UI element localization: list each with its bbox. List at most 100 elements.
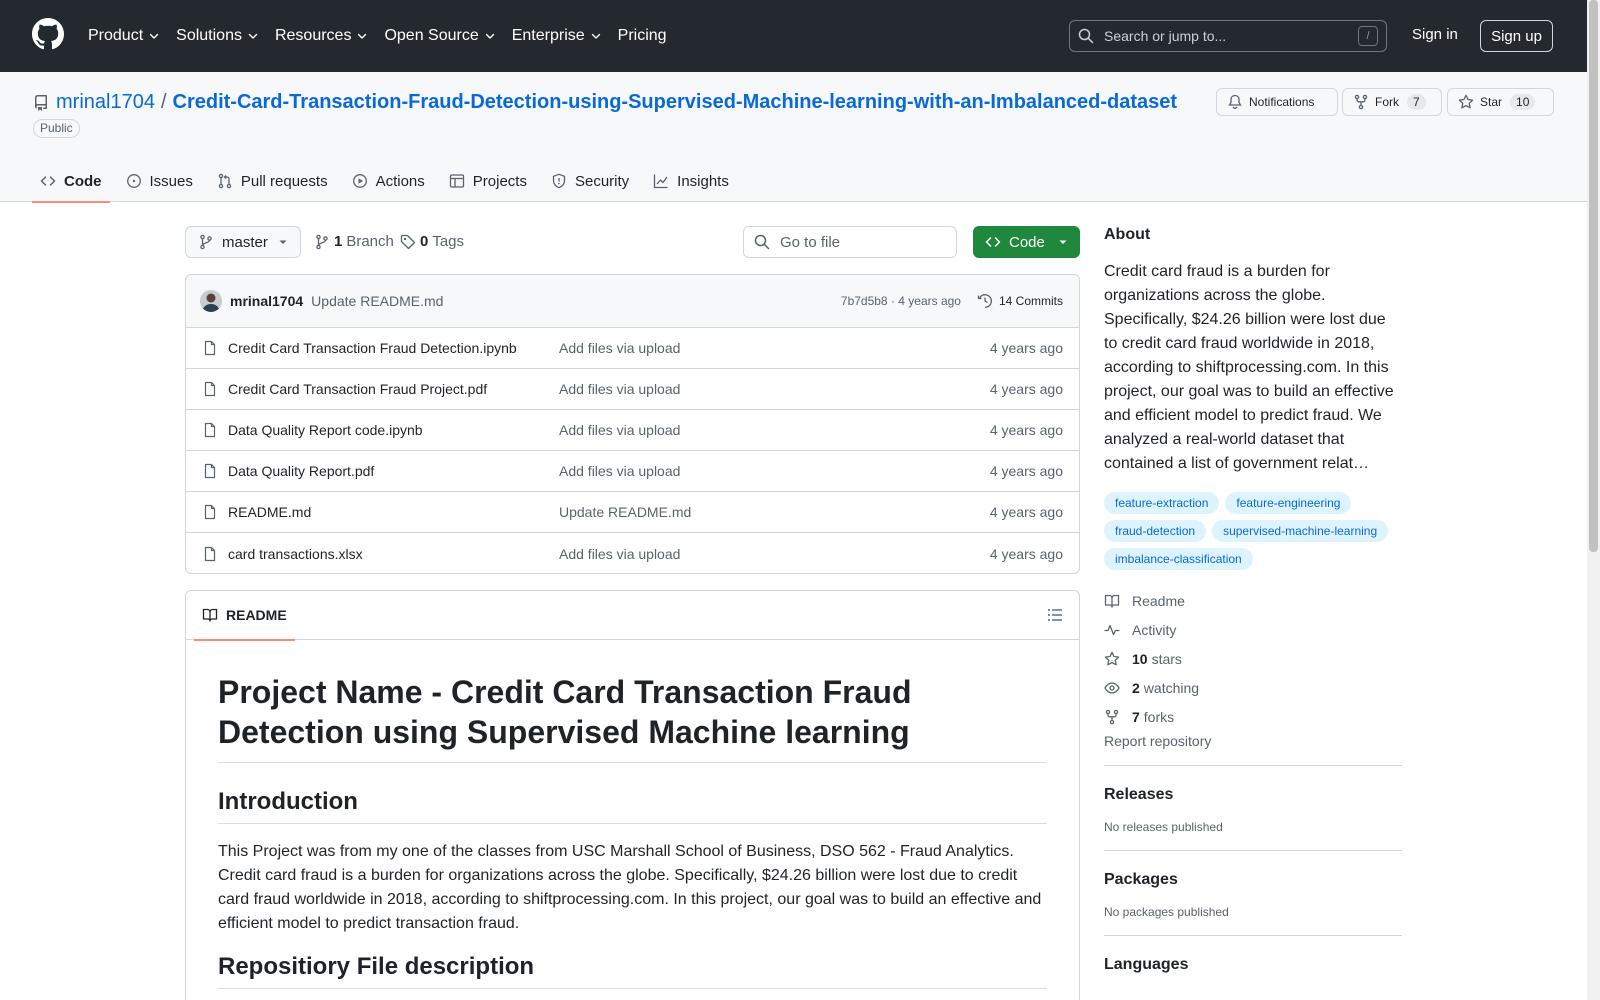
topic-tag[interactable]: fraud-detection — [1104, 520, 1207, 542]
tab-label: Pull requests — [240, 172, 328, 190]
file-commit-age: 4 years ago — [989, 340, 1063, 356]
tab-projects[interactable]: Projects — [441, 160, 535, 202]
repo-title: mrinal1704 / Credit-Card-Transaction-Fra… — [56, 91, 1177, 114]
tab-issues[interactable]: Issues — [118, 160, 201, 202]
tag-count: 0 — [420, 233, 429, 250]
commit-sha-age[interactable]: 7b7d5b8 · 4 years ago — [841, 294, 961, 308]
file-commit-message-link[interactable]: Update README.md — [559, 504, 990, 520]
fork-button[interactable]: Fork 7 — [1342, 88, 1442, 116]
tags-link[interactable]: 0 Tags — [400, 233, 464, 250]
topic-tag[interactable]: supervised-machine-learning — [1212, 520, 1389, 542]
github-logo-icon[interactable] — [32, 18, 64, 50]
nav-open-source[interactable]: Open Source — [384, 27, 495, 45]
repo-owner-link[interactable]: mrinal1704 — [56, 91, 155, 114]
branch-selector[interactable]: master — [185, 226, 301, 258]
nav-solutions[interactable]: Solutions — [176, 27, 259, 45]
tab-insights[interactable]: Insights — [645, 160, 737, 202]
site-header: Product Solutions Resources Open Source Ente… — [0, 0, 1587, 72]
tab-pull-requests[interactable]: Pull requests — [209, 160, 336, 202]
sidebar-link-watching[interactable]: 2 watching — [1104, 673, 1402, 702]
file-commit-message-link[interactable]: Add files via upload — [559, 463, 990, 479]
file-name-link[interactable]: card transactions.xlsx — [228, 546, 559, 562]
packages-heading[interactable]: Packages — [1104, 871, 1402, 889]
stat-count: 10 — [1132, 650, 1148, 667]
sidebar-link-forks[interactable]: 7 forks — [1104, 702, 1402, 731]
file-name-link[interactable]: Credit Card Transaction Fraud Project.pd… — [228, 381, 559, 397]
file-name-link[interactable]: Data Quality Report.pdf — [228, 463, 559, 479]
file-commit-message-link[interactable]: Add files via upload — [559, 422, 990, 438]
nav-pricing[interactable]: Pricing — [618, 27, 667, 45]
issue-icon — [126, 174, 141, 188]
tab-security[interactable]: Security — [543, 160, 637, 202]
tab-actions[interactable]: Actions — [344, 160, 433, 202]
commit-author-link[interactable]: mrinal1704 — [230, 293, 303, 309]
repo-name-link[interactable]: Credit-Card-Transaction-Fraud-Detection-… — [173, 91, 1178, 114]
packages-empty-text: No packages published — [1104, 905, 1229, 919]
releases-empty-text: No releases published — [1104, 820, 1223, 834]
nav-enterprise[interactable]: Enterprise — [512, 27, 602, 45]
file-icon — [202, 504, 218, 520]
avatar[interactable] — [200, 290, 222, 312]
search-input[interactable]: Search or jump to... / — [1069, 20, 1387, 52]
sign-in-link[interactable]: Sign in — [1412, 26, 1458, 43]
notifications-button[interactable]: Notifications — [1216, 88, 1338, 116]
table-of-contents-icon[interactable] — [1047, 607, 1063, 623]
page-scrollbar[interactable] — [1587, 0, 1600, 1000]
branches-link[interactable]: 1 Branch — [314, 233, 394, 250]
commits-history-link[interactable]: 14 Commits — [977, 293, 1063, 309]
file-icon — [202, 381, 218, 397]
tab-label: Projects — [472, 172, 527, 190]
tab-code[interactable]: Code — [32, 160, 110, 203]
sidebar-link-activity[interactable]: Activity — [1104, 615, 1402, 644]
sidebar-link-readme[interactable]: Readme — [1104, 586, 1402, 615]
history-icon — [977, 294, 993, 308]
about-sidebar: About Credit card fraud is a burden for … — [1104, 226, 1402, 1000]
readme-title: Project Name - Credit Card Transaction F… — [218, 672, 1047, 763]
star-icon — [1104, 651, 1120, 665]
go-to-file-input[interactable]: Go to file — [743, 226, 957, 258]
sign-up-button[interactable]: Sign up — [1480, 20, 1553, 52]
languages-heading: Languages — [1104, 956, 1189, 973]
file-icon — [202, 422, 218, 438]
report-repository-link[interactable]: Report repository — [1104, 733, 1402, 766]
commit-meta: 7b7d5b8 · 4 years ago 14 Commits — [841, 293, 1063, 309]
chevron-down-icon — [591, 33, 600, 39]
file-commit-message-link[interactable]: Add files via upload — [559, 546, 990, 562]
commit-message-link[interactable]: Update README.md — [311, 293, 443, 309]
nav-label: Pricing — [617, 27, 667, 44]
caret-down-icon — [1059, 240, 1067, 244]
topic-tag[interactable]: imbalance-classification — [1104, 548, 1253, 570]
commits-count-label: 14 Commits — [998, 294, 1063, 308]
star-button[interactable]: Star 10 — [1447, 88, 1554, 116]
readme-tab-label: README — [226, 607, 287, 623]
file-name-link[interactable]: README.md — [228, 504, 559, 520]
file-commit-message-link[interactable]: Add files via upload — [559, 340, 990, 356]
sidebar-link-stars[interactable]: 10 stars — [1104, 644, 1402, 673]
stat-label: watching — [1143, 679, 1200, 696]
code-icon — [985, 237, 1001, 247]
book-icon — [202, 608, 218, 622]
main-nav: Product Solutions Resources Open Source Ente… — [88, 0, 683, 72]
file-name-link[interactable]: Data Quality Report code.ipynb — [228, 422, 559, 438]
topic-tag[interactable]: feature-engineering — [1225, 492, 1352, 514]
search-icon — [754, 234, 770, 250]
stat-label: stars — [1151, 650, 1182, 667]
readme-tab[interactable]: README — [194, 591, 295, 641]
scrollbar-thumb[interactable] — [1589, 0, 1598, 552]
nav-resources[interactable]: Resources — [275, 27, 368, 45]
file-name-link[interactable]: Credit Card Transaction Fraud Detection.… — [228, 340, 559, 356]
book-icon — [1104, 594, 1120, 608]
file-description-heading: Repositiory File description — [218, 952, 1047, 989]
code-dropdown-button[interactable]: Code — [973, 226, 1080, 258]
introduction-paragraph: This Project was from my one of the clas… — [218, 843, 1042, 932]
topic-tag[interactable]: feature-extraction — [1104, 492, 1220, 514]
fork-label: Fork — [1375, 95, 1399, 109]
readme-panel: README Project Name - Credit Card Transa… — [185, 590, 1080, 1000]
releases-heading[interactable]: Releases — [1104, 786, 1402, 804]
file-commit-age: 4 years ago — [989, 463, 1063, 479]
fork-icon — [1354, 94, 1368, 110]
table-row: Credit Card Transaction Fraud Project.pd… — [186, 369, 1079, 410]
file-commit-message-link[interactable]: Add files via upload — [559, 381, 990, 397]
nav-product[interactable]: Product — [88, 27, 160, 45]
visibility-badge: Public — [33, 119, 80, 138]
